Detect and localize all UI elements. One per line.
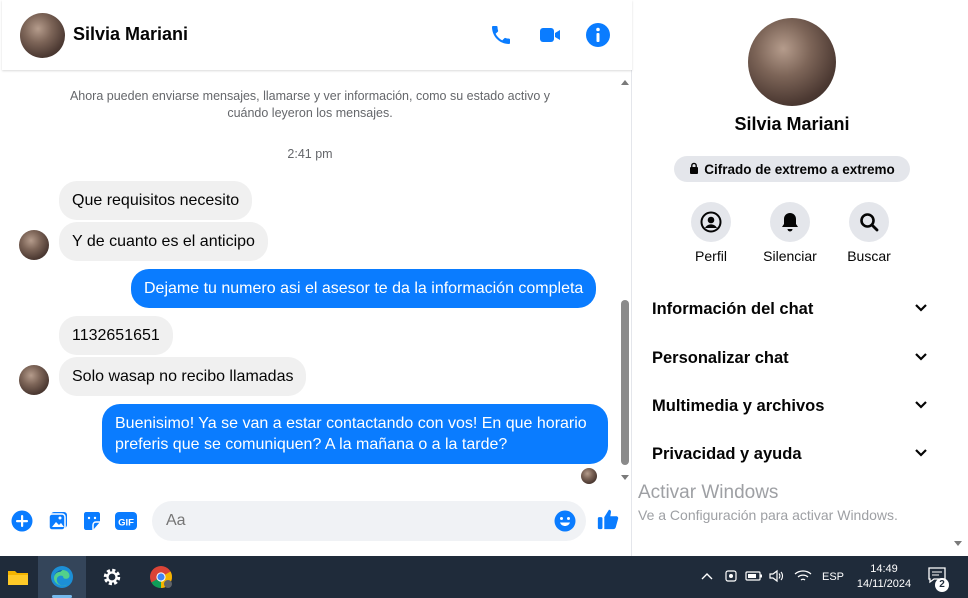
edge-browser-icon[interactable] — [38, 556, 86, 598]
video-call-icon[interactable] — [535, 20, 565, 50]
mute-action[interactable]: Silenciar — [750, 202, 830, 264]
gallery-icon[interactable] — [46, 509, 70, 533]
section-label: Información del chat — [652, 299, 814, 318]
scroll-down-arrow-icon[interactable] — [954, 541, 962, 546]
incoming-message[interactable]: 1132651651 — [59, 316, 173, 355]
lock-icon — [689, 162, 699, 177]
message-composer: GIF — [2, 494, 632, 546]
volume-icon[interactable] — [768, 567, 786, 585]
info-contact-avatar[interactable] — [748, 18, 836, 106]
scroll-up-arrow-icon[interactable] — [621, 80, 629, 85]
contact-name[interactable]: Silvia Mariani — [73, 24, 188, 45]
section-label: Personalizar chat — [652, 348, 789, 367]
chevron-down-icon[interactable] — [914, 300, 928, 318]
scroll-thumb[interactable] — [621, 300, 629, 465]
chat-panel: Silvia Mariani Ahora pueden enviarse men… — [2, 0, 632, 556]
svg-text:GIF: GIF — [118, 518, 134, 529]
bell-icon[interactable] — [770, 202, 810, 242]
notification-count-badge: 2 — [935, 578, 949, 592]
message-timestamp: 2:41 pm — [287, 147, 333, 161]
search-label: Buscar — [847, 248, 891, 264]
info-icon[interactable] — [583, 20, 613, 50]
chevron-down-icon[interactable] — [914, 445, 928, 463]
section-label: Multimedia y archivos — [652, 396, 825, 415]
section-chat-info[interactable]: Información del chat — [642, 291, 938, 327]
sender-avatar[interactable] — [19, 230, 49, 260]
clock-time: 14:49 — [870, 563, 898, 575]
system-clock[interactable]: 14:49 14/11/2024 — [852, 562, 916, 592]
scroll-down-arrow-icon[interactable] — [621, 475, 629, 480]
location-pin-icon[interactable] — [722, 567, 740, 585]
section-label: Privacidad y ayuda — [652, 444, 802, 463]
incoming-message[interactable]: Que requisitos necesito — [59, 181, 253, 220]
chevron-down-icon[interactable] — [914, 349, 928, 367]
like-icon[interactable] — [596, 507, 620, 531]
section-customize-chat[interactable]: Personalizar chat — [642, 340, 938, 376]
settings-gear-icon[interactable] — [88, 556, 136, 598]
page-scrollbar[interactable] — [950, 0, 968, 556]
messenger-window: Silvia Mariani Ahora pueden enviarse men… — [0, 0, 968, 556]
chat-scrollbar[interactable] — [618, 74, 632, 488]
profile-icon[interactable] — [691, 202, 731, 242]
outgoing-message[interactable]: Dejame tu numero asi el asesor te da la … — [131, 269, 597, 308]
search-icon[interactable] — [849, 202, 889, 242]
phone-icon[interactable] — [486, 20, 516, 50]
file-explorer-icon[interactable] — [0, 556, 36, 598]
seen-indicator-avatar — [581, 468, 597, 484]
input-language[interactable]: ESP — [822, 571, 844, 583]
system-note: Ahora pueden enviarse mensajes, llamarse… — [69, 89, 551, 120]
conversation-info-panel: Silvia Mariani Cifrado de extremo a extr… — [634, 0, 950, 556]
activate-windows-title: Activar Windows — [638, 482, 779, 503]
incoming-message[interactable]: Solo wasap no recibo llamadas — [59, 357, 307, 396]
section-privacy-help[interactable]: Privacidad y ayuda — [642, 436, 938, 472]
plus-icon[interactable] — [10, 509, 34, 533]
chat-header: Silvia Mariani — [2, 0, 632, 70]
incoming-message[interactable]: Y de cuanto es el anticipo — [59, 222, 268, 261]
message-list[interactable]: Ahora pueden enviarse mensajes, llamarse… — [2, 70, 632, 488]
contact-avatar[interactable] — [20, 13, 65, 58]
wifi-icon[interactable] — [794, 567, 812, 585]
message-input-box[interactable] — [152, 501, 586, 541]
notification-count: 2 — [939, 579, 945, 590]
emoji-icon[interactable] — [553, 509, 577, 533]
battery-icon[interactable] — [745, 567, 763, 585]
info-contact-name: Silvia Mariani — [734, 114, 850, 134]
windows-taskbar: ESP 14:49 14/11/2024 2 — [0, 556, 968, 598]
message-input[interactable] — [166, 512, 373, 530]
chevron-up-icon[interactable] — [698, 567, 716, 585]
sticker-icon[interactable] — [80, 509, 104, 533]
mute-label: Silenciar — [763, 248, 817, 264]
end-to-end-encryption-badge[interactable]: Cifrado de extremo a extremo — [674, 156, 910, 182]
sender-avatar[interactable] — [19, 365, 49, 395]
encryption-label: Cifrado de extremo a extremo — [704, 161, 895, 177]
search-action[interactable]: Buscar — [829, 202, 909, 264]
clock-date: 14/11/2024 — [856, 578, 912, 590]
section-media-files[interactable]: Multimedia y archivos — [642, 388, 938, 424]
gif-icon[interactable]: GIF — [114, 509, 138, 533]
profile-action[interactable]: Perfil — [671, 202, 751, 264]
chevron-down-icon[interactable] — [914, 397, 928, 415]
profile-label: Perfil — [695, 248, 727, 264]
outgoing-message[interactable]: Buenisimo! Ya se van a estar contactando… — [102, 404, 608, 464]
activate-windows-subtitle: Ve a Configuración para activar Windows. — [638, 507, 898, 523]
chrome-browser-icon[interactable] — [137, 556, 185, 598]
